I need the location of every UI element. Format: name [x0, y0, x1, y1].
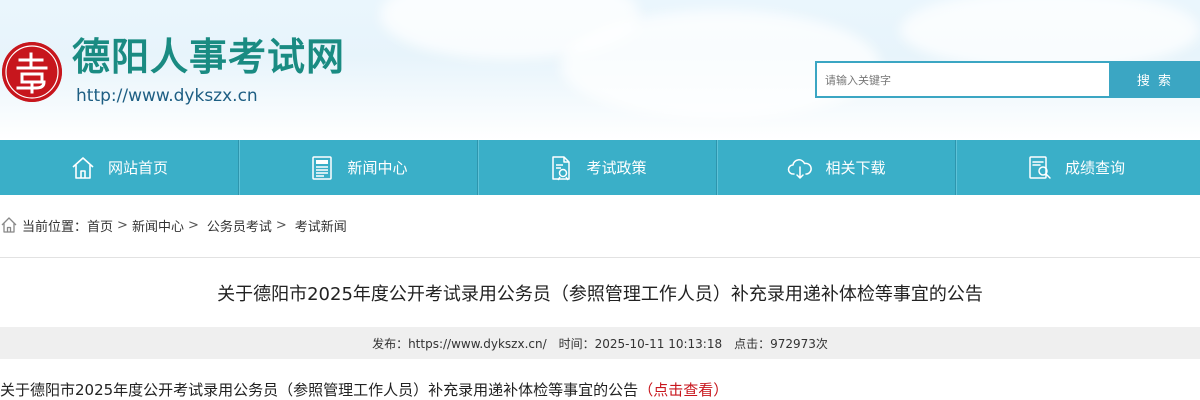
breadcrumb-prefix: 当前位置： — [22, 219, 88, 235]
divider — [0, 257, 1200, 258]
site-title[interactable]: 德阳人事考试网 — [72, 38, 345, 76]
search-box — [815, 61, 1111, 98]
breadcrumb-news-center[interactable]: 新闻中心 — [132, 216, 184, 235]
breadcrumb-home[interactable]: 首页 — [87, 216, 113, 235]
seal-logo-icon[interactable] — [2, 42, 62, 102]
nav-item-news[interactable]: 新闻中心 — [239, 140, 478, 195]
search-button[interactable]: 搜 索 — [1110, 61, 1200, 98]
breadcrumb-exam-news[interactable]: 考试新闻 — [295, 216, 347, 235]
home-outline-icon — [0, 216, 18, 234]
breadcrumb-separator: > — [187, 217, 199, 233]
home-icon — [70, 155, 96, 181]
breadcrumb-separator: > — [117, 217, 128, 233]
nav-item-policy[interactable]: 考试政策 — [478, 140, 717, 195]
cloud-download-icon — [787, 155, 813, 181]
nav-item-label: 相关下载 — [825, 159, 886, 177]
meta-source: 发布：https://www.dykszx.cn/ — [372, 336, 547, 351]
news-icon — [309, 155, 335, 181]
article-title: 关于德阳市2025年度公开考试录用公务员（参照管理工作人员）补充录用递补体检等事… — [217, 284, 983, 305]
score-search-icon — [1027, 155, 1053, 181]
breadcrumb-civil-service-exam[interactable]: 公务员考试 — [207, 216, 272, 235]
view-details-link[interactable]: （点击查看） — [638, 381, 728, 399]
breadcrumb: 当前位置： 首页 > 新闻中心 > 公务员考试 > 考试新闻 — [0, 210, 347, 240]
article-body-text: 关于德阳市2025年度公开考试录用公务员（参照管理工作人员）补充录用递补体检等事… — [0, 381, 639, 399]
site-header: 德阳人事考试网 http://www.dykszx.cn 搜 索 — [0, 0, 1200, 140]
nav-item-download[interactable]: 相关下载 — [717, 140, 956, 195]
nav-item-label: 成绩查询 — [1064, 159, 1125, 177]
cloud-decoration — [900, 0, 1200, 70]
nav-item-score[interactable]: 成绩查询 — [956, 140, 1195, 195]
nav-item-label: 网站首页 — [107, 159, 168, 177]
meta-clicks: 点击：972973次 — [734, 336, 828, 351]
site-url: http://www.dykszx.cn — [76, 86, 258, 106]
main-nav: 网站首页 新闻中心 考试政策 相关下载 成绩查询 — [0, 140, 1200, 195]
search-input[interactable] — [817, 63, 1109, 96]
article-meta: 发布：https://www.dykszx.cn/ 时间：2025-10-11 … — [0, 327, 1200, 359]
policy-document-icon — [548, 155, 574, 181]
meta-time: 时间：2025-10-11 10:13:18 — [558, 336, 723, 351]
article-body: 关于德阳市2025年度公开考试录用公务员（参照管理工作人员）补充录用递补体检等事… — [0, 379, 728, 400]
nav-item-home[interactable]: 网站首页 — [0, 140, 239, 195]
breadcrumb-separator: > — [275, 217, 287, 233]
nav-item-label: 新闻中心 — [347, 159, 408, 177]
nav-item-label: 考试政策 — [586, 159, 647, 177]
